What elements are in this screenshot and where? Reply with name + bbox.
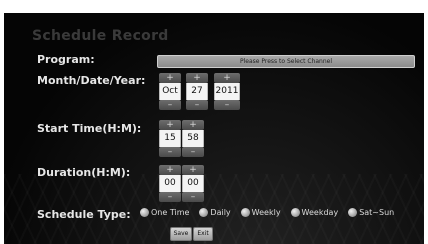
radio-dot-icon	[348, 208, 358, 217]
start-hour-stepper: + 15 –	[159, 120, 181, 157]
schedule-type-label: Schedule Type:	[37, 208, 131, 221]
radio-label: Weekday	[301, 208, 339, 217]
start-minute-value[interactable]: 58	[182, 130, 204, 147]
day-plus-button[interactable]: +	[186, 73, 208, 83]
duration-hour-plus-button[interactable]: +	[159, 165, 181, 175]
schedule-record-screen: Schedule Record Program: Please Press to…	[4, 13, 424, 244]
start-minute-plus-button[interactable]: +	[182, 120, 204, 130]
duration-hour-minus-button[interactable]: –	[159, 192, 181, 202]
program-label: Program:	[37, 53, 95, 66]
date-label: Month/Date/Year:	[37, 74, 146, 87]
start-hour-minus-button[interactable]: –	[159, 147, 181, 157]
month-plus-button[interactable]: +	[159, 73, 181, 83]
radio-label: Sat~Sun	[359, 208, 395, 217]
duration-minute-plus-button[interactable]: +	[182, 165, 204, 175]
radio-dot-icon	[140, 208, 149, 217]
duration-hour-stepper: + 00 –	[159, 165, 181, 202]
year-stepper: + 2011 –	[214, 73, 240, 110]
start-minute-minus-button[interactable]: –	[182, 147, 204, 157]
year-minus-button[interactable]: –	[214, 100, 240, 110]
start-hour-plus-button[interactable]: +	[159, 120, 181, 130]
radio-one-time[interactable]: One Time	[140, 208, 189, 217]
duration-minute-value[interactable]: 00	[182, 175, 204, 192]
radio-dot-icon	[240, 208, 250, 217]
radio-label: Daily	[210, 208, 231, 217]
schedule-type-radio-group: One Time Daily Weekly Weekday Sat~Sun	[140, 208, 404, 217]
year-value[interactable]: 2011	[214, 83, 240, 100]
radio-dot-icon	[290, 208, 300, 217]
select-channel-button[interactable]: Please Press to Select Channel	[157, 55, 415, 68]
duration-minute-stepper: + 00 –	[182, 165, 204, 202]
radio-dot-icon	[199, 208, 209, 217]
month-minus-button[interactable]: –	[159, 100, 181, 110]
page-title: Schedule Record	[32, 28, 169, 44]
duration-minute-minus-button[interactable]: –	[182, 192, 204, 202]
start-minute-stepper: + 58 –	[182, 120, 204, 157]
day-minus-button[interactable]: –	[186, 100, 208, 110]
duration-hour-value[interactable]: 00	[159, 175, 181, 192]
year-plus-button[interactable]: +	[214, 73, 240, 83]
save-button[interactable]: Save	[170, 227, 192, 241]
radio-weekly[interactable]: Weekly	[240, 208, 281, 217]
start-hour-value[interactable]: 15	[159, 130, 181, 147]
day-stepper: + 27 –	[186, 73, 208, 110]
start-time-label: Start Time(H:M):	[37, 122, 142, 135]
radio-sat-sun[interactable]: Sat~Sun	[348, 208, 394, 217]
month-stepper: + Oct –	[159, 73, 181, 110]
day-value[interactable]: 27	[186, 83, 208, 100]
radio-label: Weekly	[251, 208, 281, 217]
duration-label: Duration(H:M):	[37, 166, 131, 179]
radio-label: One Time	[151, 208, 190, 217]
radio-weekday[interactable]: Weekday	[290, 208, 339, 217]
exit-button[interactable]: Exit	[193, 227, 213, 241]
month-value[interactable]: Oct	[159, 83, 181, 100]
radio-daily[interactable]: Daily	[199, 208, 231, 217]
